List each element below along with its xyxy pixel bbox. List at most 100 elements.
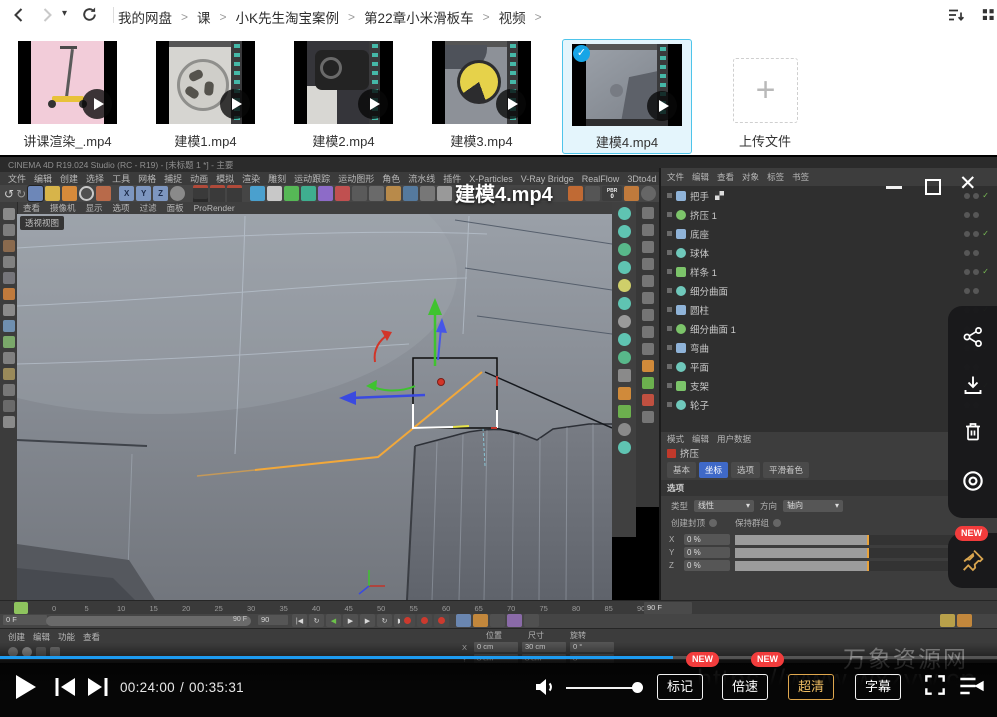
previous-icon (54, 677, 77, 697)
c4d-timeline-tick: 85 (605, 604, 638, 613)
c4d-om-menu-item: 文件 (667, 171, 684, 183)
c4d-object-type-icon (667, 449, 676, 458)
file-thumbnail-strip: 讲课渲染_.mp4 建模1.mp4 (0, 30, 997, 155)
breadcrumb-item[interactable]: 视频 (499, 7, 526, 27)
c4d-timeline-tick: 80 (572, 604, 605, 613)
fullscreen-button[interactable] (922, 672, 948, 703)
subtitles-button[interactable]: 字幕 (855, 674, 901, 700)
breadcrumb-separator: > (220, 10, 227, 24)
c4d-om-menu-item: 对象 (742, 171, 759, 183)
minimize-button[interactable] (886, 186, 902, 189)
plus-icon: + (756, 71, 776, 110)
file-card-modeling4-selected[interactable]: ✓ 建模4.mp4 (562, 39, 692, 154)
play-icon (14, 674, 37, 700)
c4d-object-row: 底座 ✓ (661, 224, 997, 243)
c4d-attr-tab: 平滑着色 (763, 462, 809, 478)
mark-button[interactable]: 标记 (657, 674, 703, 700)
breadcrumb-item[interactable]: 我的网盘 (118, 7, 172, 27)
history-dropdown[interactable]: ▾ (62, 8, 67, 19)
back-button[interactable] (10, 6, 28, 24)
breadcrumb-item[interactable]: 第22章小米滑板车 (364, 7, 474, 27)
c4d-axis-lock-buttons: XYZ (119, 186, 168, 201)
c4d-attr-dropdown: 轴向▾ (783, 500, 843, 512)
sort-button[interactable] (946, 5, 966, 25)
previous-video-button[interactable] (54, 677, 77, 702)
file-card-lecture-render[interactable]: 讲课渲染_.mp4 (18, 41, 117, 151)
file-card-modeling3[interactable]: 建模3.mp4 (432, 41, 531, 151)
file-card-modeling2[interactable]: 建模2.mp4 (294, 41, 393, 151)
c4d-mode-palette (612, 202, 636, 537)
grid-view-icon (982, 6, 997, 24)
volume-slider[interactable] (566, 687, 640, 689)
c4d-viewport-menu-item: 摄像机 (50, 202, 76, 214)
breadcrumb-item[interactable]: 课 (197, 7, 211, 27)
c4d-timeline-tick: 5 (85, 604, 118, 613)
c4d-object-name: 轮子 (690, 398, 709, 412)
video-progress-bar[interactable] (0, 656, 997, 659)
video-thumbnail (294, 41, 393, 124)
view-toggle-button[interactable] (982, 6, 997, 24)
c4d-corner-buttons (940, 614, 972, 627)
c4d-object-row: 圆柱 ✓ (661, 300, 997, 319)
c4d-attr-field-label: 类型 (671, 500, 688, 512)
c4d-object-name: 平面 (690, 360, 709, 374)
c4d-attr-header-item: 用户数据 (717, 433, 751, 445)
upload-file-label: 上传文件 (724, 131, 806, 150)
mark-new-badge: NEW (686, 652, 719, 667)
c4d-window-title: CINEMA 4D R19.024 Studio (RC - R19) - [未… (0, 159, 233, 171)
breadcrumb-item[interactable]: 小K先生淘宝案例 (236, 7, 340, 27)
c4d-timeline-tick: 45 (345, 604, 378, 613)
download-button[interactable] (961, 373, 985, 402)
side-action-panel (948, 306, 997, 518)
c4d-menu-item: 流水线 (408, 172, 435, 185)
c4d-object-name: 弯曲 (690, 341, 709, 355)
c4d-object-row: 支架 ✓ (661, 376, 997, 395)
quality-button[interactable]: 超清 (788, 674, 834, 700)
file-name: 讲课渲染_.mp4 (8, 131, 127, 150)
file-card-modeling1[interactable]: 建模1.mp4 (156, 41, 255, 151)
share-button[interactable] (961, 325, 985, 354)
volume-button[interactable] (533, 675, 557, 704)
upload-file-tile[interactable]: + (733, 58, 798, 123)
play-icon (82, 89, 112, 119)
c4d-attr-tab: 基本 (667, 462, 696, 478)
c4d-timeline-ticks: 051015202530354045505560657075808590 (52, 604, 670, 613)
selected-check-icon[interactable]: ✓ (573, 45, 590, 62)
c4d-object-name: 把手 (690, 189, 709, 203)
play-button[interactable] (14, 674, 37, 705)
c4d-viewport-menu-item: 面板 (167, 202, 184, 214)
c4d-attr-header-item: 编辑 (692, 433, 709, 445)
toolbar-divider (113, 7, 114, 23)
record-button[interactable] (960, 468, 986, 499)
delete-button[interactable] (961, 420, 985, 449)
c4d-menu-item: 动画 (190, 172, 208, 185)
c4d-attr-tab: 坐标 (699, 462, 728, 478)
chevron-left-icon (10, 6, 28, 24)
c4d-menu-item: 运动图形 (338, 172, 374, 185)
maximize-button[interactable] (925, 179, 941, 195)
c4d-transport-button: ▶ (343, 614, 358, 627)
c4d-object-row: 弯曲 ✓ (661, 338, 997, 357)
c4d-timeline-ruler: 051015202530354045505560657075808590 90 … (0, 600, 997, 615)
c4d-key-buttons (456, 614, 539, 627)
speed-button[interactable]: 倍速 (722, 674, 768, 700)
pin-panel[interactable] (948, 533, 997, 588)
playlist-toggle-button[interactable] (958, 674, 986, 703)
c4d-timeline-tick: 55 (410, 604, 443, 613)
c4d-menu-item: 工具 (112, 172, 130, 185)
c4d-object-check: ✓ (982, 267, 989, 276)
volume-knob[interactable] (632, 682, 643, 693)
play-icon (220, 89, 250, 119)
refresh-button[interactable] (80, 5, 99, 24)
c4d-material-menu-item: 功能 (58, 631, 75, 643)
c4d-axis-letter: X (119, 186, 134, 201)
forward-button[interactable] (38, 6, 56, 24)
c4d-transport-button: ▶ (360, 614, 375, 627)
next-icon (86, 677, 109, 697)
c4d-object-manager: 把手 ✓ 挤压 1 ✓ 底座 (661, 186, 997, 432)
c4d-attr-object-label: 挤压 (680, 446, 699, 460)
close-button[interactable]: ✕ (959, 171, 977, 196)
c4d-menu-item: 角色 (382, 172, 400, 185)
next-video-button[interactable] (86, 677, 109, 702)
c4d-attr-header: 模式编辑用户数据 (661, 432, 997, 446)
